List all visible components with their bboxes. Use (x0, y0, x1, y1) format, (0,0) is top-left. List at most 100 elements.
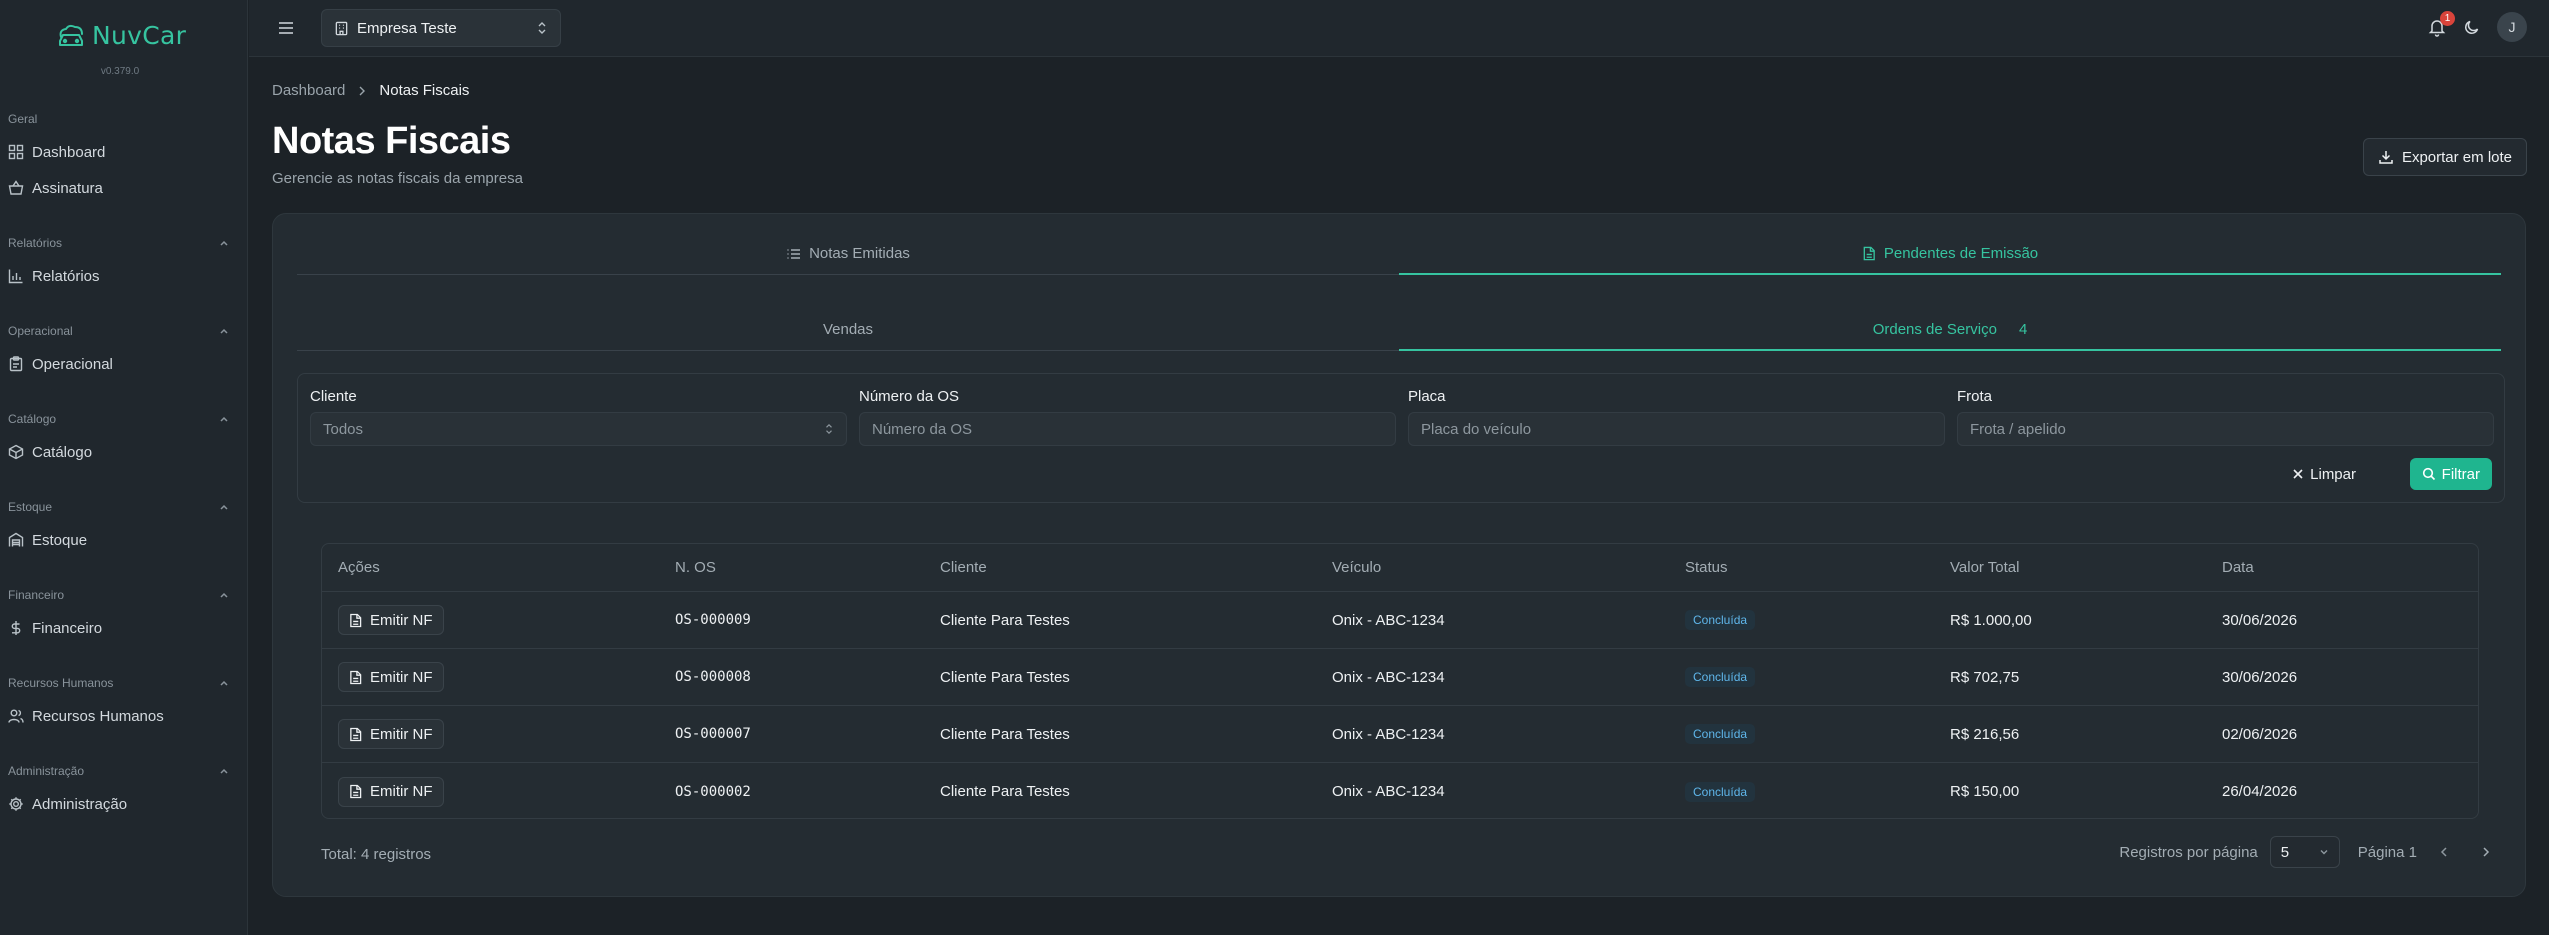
filter-label: Número da OS (859, 388, 960, 405)
input-placeholder: Número da OS (872, 420, 973, 438)
table-row: Emitir NF OS-000008 Cliente Para Testes … (322, 649, 2478, 706)
sidebar-group-title: Relatórios (8, 236, 63, 250)
action-cell: Emitir NF (338, 706, 444, 762)
topbar: Empresa Teste 1 J (249, 0, 2549, 57)
notifications-button[interactable]: 1 (2427, 11, 2455, 37)
previous-page-button[interactable] (2429, 837, 2459, 867)
emit-nf-button[interactable]: Emitir NF (338, 605, 444, 635)
column-header-numero-os[interactable]: N. OS (675, 544, 716, 591)
date: 26/04/2026 (2222, 783, 2298, 800)
chevron-up-icon (218, 325, 230, 337)
building-icon (334, 21, 349, 36)
sidebar-group-relatorios[interactable]: Relatórios (8, 236, 230, 250)
tab-notas-emitidas[interactable]: Notas Emitidas (297, 233, 1399, 275)
column-header-status[interactable]: Status (1685, 544, 1728, 591)
clear-label: Limpar (2310, 465, 2356, 483)
warehouse-icon (8, 532, 24, 548)
frota-input[interactable]: Frota / apelido (1957, 412, 2494, 446)
chevron-down-icon (2319, 847, 2329, 857)
clipboard-icon (8, 356, 24, 372)
company-selector[interactable]: Empresa Teste (321, 9, 561, 47)
tab-vendas[interactable]: Vendas (297, 309, 1399, 351)
emit-nf-button[interactable]: Emitir NF (338, 776, 444, 807)
page-title: Notas Fiscais (272, 120, 511, 162)
sidebar-group-administracao[interactable]: Administração (8, 764, 230, 778)
total-value: R$ 702,75 (1950, 668, 2020, 686)
column-header-cliente[interactable]: Cliente (940, 544, 987, 591)
search-icon (2422, 467, 2436, 481)
column-header-data[interactable]: Data (2222, 544, 2254, 591)
sidebar-item-financeiro[interactable]: Financeiro (8, 615, 238, 641)
sidebar-item-label: Dashboard (32, 143, 106, 161)
menu-icon[interactable] (277, 20, 295, 36)
sidebar-group-title: Operacional (8, 324, 73, 338)
date: 02/06/2026 (2222, 725, 2298, 743)
brand-logo[interactable]: NuvCar (56, 21, 186, 50)
total-value: R$ 216,56 (1950, 725, 2020, 743)
per-page-select[interactable]: 5 (2269, 836, 2340, 868)
sidebar-group-estoque[interactable]: Estoque (8, 500, 230, 514)
filter-cliente: Cliente Todos (310, 388, 847, 446)
filter-button[interactable]: Filtrar (2409, 458, 2492, 490)
avatar[interactable]: J (2497, 12, 2527, 42)
sidebar-group-recursos-humanos[interactable]: Recursos Humanos (8, 676, 230, 690)
emit-nf-button[interactable]: Emitir NF (338, 662, 444, 692)
breadcrumb-dashboard[interactable]: Dashboard (272, 82, 345, 99)
filter-label: Filtrar (2441, 465, 2480, 483)
gear-icon (8, 796, 24, 812)
os-number: OS-000008 (675, 669, 751, 685)
action-cell: Emitir NF (338, 592, 444, 648)
moon-icon[interactable] (2463, 18, 2481, 36)
chevron-up-icon (218, 413, 230, 425)
dollar-icon (8, 620, 24, 636)
next-page-button[interactable] (2471, 837, 2501, 867)
invoices-card: Notas Emitidas Pendentes de Emissão Vend… (272, 213, 2526, 897)
service-orders-table: Ações N. OS Cliente Veículo Status Valor… (321, 543, 2479, 819)
sidebar-item-estoque[interactable]: Estoque (8, 527, 238, 553)
chevron-right-icon (357, 85, 367, 97)
status-badge: Concluída (1685, 667, 1756, 687)
sidebar-item-catalogo[interactable]: Catálogo (8, 439, 238, 465)
file-icon (349, 727, 362, 742)
sidebar-item-operacional[interactable]: Operacional (8, 351, 238, 377)
placa-input[interactable]: Placa do veículo (1408, 412, 1945, 446)
client-name: Cliente Para Testes (940, 611, 1070, 629)
tab-ordens-servico[interactable]: Ordens de Serviço 4 (1399, 309, 2501, 351)
export-batch-button[interactable]: Exportar em lote (2362, 138, 2527, 176)
numero-os-input[interactable]: Número da OS (859, 412, 1396, 446)
sidebar-item-administracao[interactable]: Administração (8, 791, 238, 817)
emit-nf-label: Emitir NF (370, 611, 433, 629)
os-number: OS-000009 (675, 612, 751, 628)
chevron-up-down-icon (536, 21, 548, 35)
clear-filters-button[interactable]: Limpar (2292, 458, 2356, 490)
action-cell: Emitir NF (338, 649, 444, 705)
sidebar-item-assinatura[interactable]: Assinatura (8, 175, 238, 201)
chevron-left-icon (2439, 846, 2449, 858)
emit-nf-button[interactable]: Emitir NF (338, 719, 444, 749)
sidebar-item-recursos-humanos[interactable]: Recursos Humanos (8, 703, 238, 729)
input-placeholder: Frota / apelido (1970, 420, 2066, 438)
tab-count-badge: 4 (2018, 320, 2028, 338)
sidebar-group-catalogo[interactable]: Catálogo (8, 412, 230, 426)
package-icon (8, 444, 24, 460)
sidebar-group-title: Estoque (8, 500, 53, 514)
emit-nf-label: Emitir NF (370, 783, 433, 800)
sidebar-item-dashboard[interactable]: Dashboard (8, 139, 238, 165)
cliente-select[interactable]: Todos (310, 412, 847, 446)
sidebar-group-title: Geral (8, 112, 38, 126)
primary-tabs: Notas Emitidas Pendentes de Emissão (297, 233, 2501, 275)
sidebar-item-label: Financeiro (32, 619, 103, 637)
tab-pendentes-emissao[interactable]: Pendentes de Emissão (1399, 233, 2501, 275)
client-name: Cliente Para Testes (940, 783, 1070, 800)
table-row: Emitir NF OS-000007 Cliente Para Testes … (322, 706, 2478, 763)
sidebar-group-financeiro[interactable]: Financeiro (8, 588, 230, 602)
sidebar-item-label: Estoque (32, 531, 88, 549)
sidebar-item-relatorios[interactable]: Relatórios (8, 263, 238, 289)
column-header-valor-total[interactable]: Valor Total (1950, 544, 2020, 591)
close-icon (2292, 468, 2304, 480)
sidebar-group-operacional[interactable]: Operacional (8, 324, 230, 338)
file-icon (1862, 246, 1876, 261)
column-header-veiculo[interactable]: Veículo (1332, 544, 1381, 591)
file-icon (349, 613, 362, 628)
page-subtitle: Gerencie as notas fiscais da empresa (272, 170, 523, 187)
